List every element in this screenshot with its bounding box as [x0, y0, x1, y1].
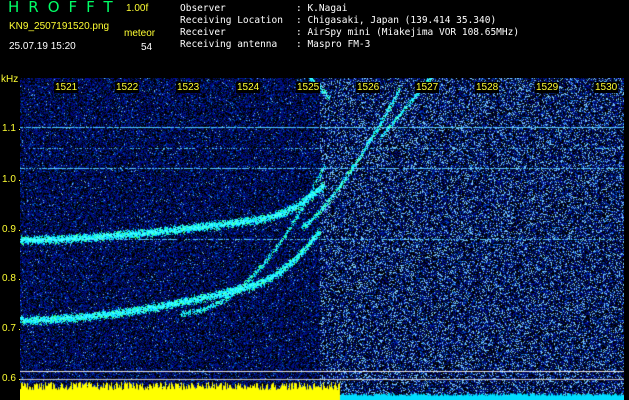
x-tick-label: 1526 — [356, 82, 381, 93]
timestamp: 25.07.19 15:20 — [9, 41, 76, 52]
x-tick-label: 1527 — [415, 82, 440, 93]
spectrogram-panel[interactable] — [20, 78, 624, 400]
x-tick-label: 1530 — [594, 82, 619, 93]
y-tick-label: 0.7 — [2, 323, 16, 334]
y-tick-label: 1.0 — [2, 174, 16, 185]
x-tick-label: 1521 — [54, 82, 79, 93]
x-tick-label: 1529 — [535, 82, 560, 93]
app-version: 1.00f — [126, 3, 149, 14]
meteor-count-value: 54 — [141, 42, 153, 53]
y-tick-label: 0.6 — [2, 373, 16, 384]
info-value-antenna: : Maspro FM-3 — [296, 39, 371, 50]
y-axis-unit: kHz — [1, 74, 19, 85]
x-tick-label: 1524 — [236, 82, 261, 93]
header-panel: HROFFT 1.00f KN9_2507191520.png 25.07.19… — [0, 0, 629, 78]
info-value-location: : Chigasaki, Japan (139.414 35.340) — [296, 15, 497, 26]
y-tick-label: 1.1 — [2, 123, 16, 134]
x-tick-label: 1528 — [475, 82, 500, 93]
info-key-receiver: Receiver — [180, 27, 226, 38]
file-name: KN9_2507191520.png — [9, 21, 110, 32]
app-title: HROFFT — [8, 0, 122, 16]
x-tick-label: 1523 — [176, 82, 201, 93]
spectrogram-canvas[interactable] — [20, 78, 624, 400]
info-value-receiver: : AirSpy mini (Miakejima VOR 108.65MHz) — [296, 27, 520, 38]
info-key-observer: Observer — [180, 3, 226, 14]
y-tick-label: 0.9 — [2, 224, 16, 235]
y-tick-label: 0.8 — [2, 273, 16, 284]
info-key-location: Receiving Location — [180, 15, 283, 26]
meteor-count-label: meteor — [124, 28, 156, 39]
x-tick-label: 1522 — [115, 82, 140, 93]
info-value-observer: : K.Nagai — [296, 3, 348, 14]
info-key-antenna: Receiving antenna — [180, 39, 278, 50]
x-tick-label: 1525 — [296, 82, 321, 93]
